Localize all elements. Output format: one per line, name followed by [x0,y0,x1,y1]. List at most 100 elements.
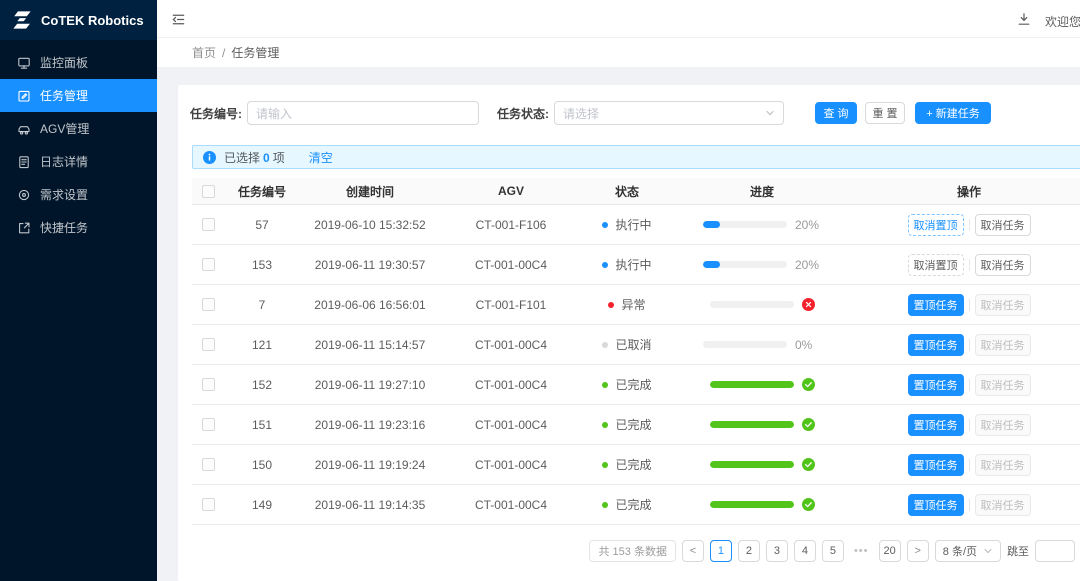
sidebar-item-quick-tasks[interactable]: 快捷任务 [0,211,157,244]
cancel-pin-button[interactable]: 取消置顶 [908,214,964,236]
sidebar-item-tasks[interactable]: 任务管理 [0,79,157,112]
row-checkbox[interactable] [202,458,215,471]
sidebar-item-dashboard[interactable]: 监控面板 [0,46,157,79]
status-dot-icon [602,342,608,348]
cell-actions: 置顶任务取消任务 [852,294,1080,316]
clear-selection-link[interactable]: 清空 [309,149,333,166]
row-checkbox[interactable] [202,218,215,231]
pin-task-button[interactable]: 置顶任务 [908,294,964,316]
cell-actions: 取消置顶取消任务 [852,254,1080,276]
cell-created-time: 2019-06-10 15:32:52 [300,218,440,232]
task-status-select[interactable]: 请选择 [554,101,784,125]
agv-icon [17,122,31,136]
sidebar-item-label: 任务管理 [40,87,88,104]
breadcrumb: 首页 / 任务管理 [157,38,1080,67]
progress-fill [710,461,794,468]
cell-status: 已取消 [582,336,672,353]
pagination-total: 共 153 条数据 [589,540,675,562]
progress-bar [710,421,794,428]
cell-progress [672,298,852,311]
column-header-progress: 进度 [672,183,852,200]
row-checkbox[interactable] [202,498,215,511]
cancel-pin-button[interactable]: 取消置顶 [908,254,964,276]
pagination-page-1[interactable]: 1 [710,540,732,562]
pagination-page-20[interactable]: 20 [879,540,901,562]
cancel-task-button: 取消任务 [975,374,1031,396]
pin-task-button[interactable]: 置顶任务 [908,494,964,516]
cell-task-id: 57 [224,218,300,232]
row-checkbox[interactable] [202,378,215,391]
table-row: 1502019-06-11 19:19:24CT-001-00C4已完成置顶任务… [192,445,1080,485]
sidebar-item-settings[interactable]: 需求设置 [0,178,157,211]
pin-task-button[interactable]: 置顶任务 [908,414,964,436]
task-status-label: 任务状态: [497,105,549,122]
task-no-input[interactable]: 请输入 [247,101,479,125]
pagination-page-4[interactable]: 4 [794,540,816,562]
cell-created-time: 2019-06-11 19:14:35 [300,498,440,512]
cell-agv: CT-001-00C4 [440,258,582,272]
action-divider [969,219,970,231]
create-task-button[interactable]: + 新建任务 [915,102,991,124]
pagination-page-3[interactable]: 3 [766,540,788,562]
selection-text: 已选择0项 [224,149,285,166]
sidebar-item-agv[interactable]: AGV管理 [0,112,157,145]
cell-actions: 置顶任务取消任务 [852,494,1080,516]
brand-logo-icon [11,10,33,30]
action-divider [969,299,970,311]
action-divider [969,459,970,471]
cell-agv: CT-001-00C4 [440,418,582,432]
row-checkbox[interactable] [202,338,215,351]
selection-banner: 已选择0项 清空 [192,145,1080,169]
sidebar-item-label: 监控面板 [40,54,88,71]
cancel-task-button[interactable]: 取消任务 [975,214,1031,236]
pagination-next-button[interactable]: > [907,540,929,562]
sidebar-item-logs[interactable]: 日志详情 [0,145,157,178]
search-button[interactable]: 查 询 [815,102,857,124]
pin-task-button[interactable]: 置顶任务 [908,374,964,396]
pagination-page-2[interactable]: 2 [738,540,760,562]
table-row: 1532019-06-11 19:30:57CT-001-00C4执行中20%取… [192,245,1080,285]
status-label: 异常 [621,296,645,313]
cell-progress: 20% [672,258,852,272]
cancel-task-button[interactable]: 取消任务 [975,254,1031,276]
welcome-text: 欢迎您, [1045,13,1080,30]
breadcrumb-separator: / [222,46,225,60]
menu-fold-icon[interactable] [171,12,186,27]
status-dot-icon [602,502,608,508]
sidebar-item-label: 日志详情 [40,153,88,170]
pin-task-button[interactable]: 置顶任务 [908,454,964,476]
pin-task-button[interactable]: 置顶任务 [908,334,964,356]
reset-button[interactable]: 重 置 [865,102,905,124]
progress-bar [703,261,787,268]
action-divider [969,379,970,391]
cell-status: 已完成 [582,456,672,473]
status-label: 已完成 [615,456,651,473]
pagination-prev-button[interactable]: < [682,540,704,562]
cell-agv: CT-001-F101 [440,298,582,312]
select-all-checkbox[interactable] [202,185,215,198]
cell-status: 已完成 [582,376,672,393]
breadcrumb-home[interactable]: 首页 [192,44,216,61]
cancel-task-button: 取消任务 [975,294,1031,316]
cell-status: 已完成 [582,416,672,433]
selection-count: 0 [263,151,270,165]
progress-fill [703,221,720,228]
cell-check [192,338,224,351]
page-size-select[interactable]: 8 条/页 [935,540,1001,562]
cell-check [192,298,224,311]
cell-created-time: 2019-06-11 19:30:57 [300,258,440,272]
cell-actions: 取消置顶取消任务 [852,214,1080,236]
row-checkbox[interactable] [202,418,215,431]
row-checkbox[interactable] [202,258,215,271]
progress-bar [710,461,794,468]
cell-progress: 0% [672,338,852,352]
row-checkbox[interactable] [202,298,215,311]
pagination-ellipsis[interactable]: ••• [850,540,873,562]
jump-to-page-input[interactable] [1035,540,1075,562]
column-header-status: 状态 [582,183,672,200]
check-circle-icon [802,418,815,431]
close-circle-icon [802,298,815,311]
download-icon[interactable] [1017,12,1031,26]
content-card: 任务编号: 请输入 任务状态: 请选择 查 询 重 置 + 新建任务 已选择0项… [178,85,1080,581]
pagination-page-5[interactable]: 5 [822,540,844,562]
